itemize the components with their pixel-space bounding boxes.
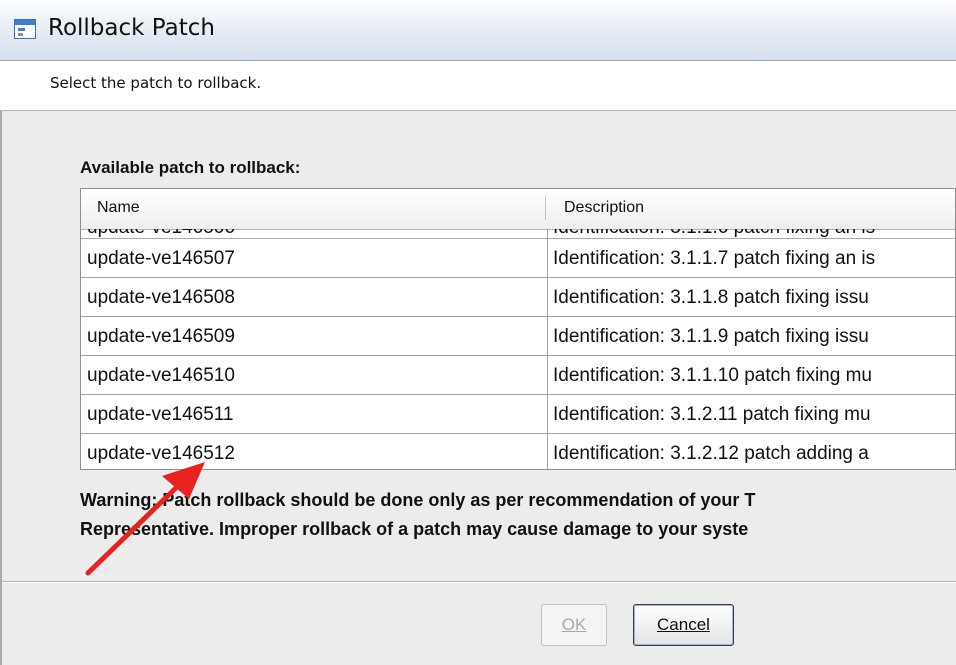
footer-divider-highlight (2, 582, 956, 583)
dialog-header: Select the patch to rollback. (0, 61, 956, 111)
patch-table[interactable]: Name Description update-ve146506 Identif… (80, 188, 956, 470)
table-body: update-ve146506 Identification: 3.1.1.6 … (81, 229, 955, 469)
table-row[interactable]: update-ve146509 Identification: 3.1.1.9 … (81, 317, 955, 356)
cell-name: update-ve146506 (87, 229, 235, 239)
table-row[interactable]: update-ve146510 Identification: 3.1.1.10… (81, 356, 955, 395)
table-row[interactable]: update-ve146508 Identification: 3.1.1.8 … (81, 278, 955, 317)
table-row[interactable]: update-ve146512 Identification: 3.1.2.12… (81, 434, 955, 469)
ok-button[interactable]: OK (541, 604, 607, 646)
window-app-icon (14, 19, 36, 39)
cell-description: Identification: 3.1.1.9 patch fixing iss… (553, 326, 869, 347)
cell-name: update-ve146509 (87, 326, 235, 347)
patch-list-label: Available patch to rollback: (80, 158, 301, 177)
cell-name: update-ve146510 (87, 365, 235, 386)
title-bar[interactable]: Rollback Patch (0, 0, 956, 61)
warning-message: Warning: Patch rollback should be done o… (80, 486, 956, 544)
cancel-button-label: Cancel (657, 615, 710, 634)
table-row[interactable]: update-ve146506 Identification: 3.1.1.6 … (81, 229, 955, 239)
dialog-subtitle: Select the patch to rollback. (50, 74, 262, 92)
cell-name: update-ve146511 (87, 404, 234, 425)
ok-button-label: OK (561, 615, 587, 634)
column-resize-handle[interactable] (545, 196, 546, 220)
cell-description: Identification: 3.1.2.12 patch adding a (553, 443, 869, 464)
cell-description: Identification: 3.1.1.7 patch fixing an … (553, 248, 876, 269)
cell-name: update-ve146508 (87, 287, 235, 308)
table-header: Name Description (81, 189, 955, 230)
table-row[interactable]: update-ve146511 Identification: 3.1.2.11… (81, 395, 955, 434)
window-title: Rollback Patch (48, 15, 215, 41)
warning-line-1: Warning: Patch rollback should be done o… (80, 490, 756, 510)
column-divider (547, 229, 548, 469)
cell-description: Identification: 3.1.2.11 patch fixing mu (553, 404, 871, 425)
cell-description: Identification: 3.1.1.8 patch fixing iss… (553, 287, 869, 308)
cell-description: Identification: 3.1.1.6 patch fixing an … (553, 229, 875, 239)
warning-line-2: Representative. Improper rollback of a p… (80, 519, 749, 539)
column-header-description[interactable]: Description (564, 199, 644, 217)
cell-description: Identification: 3.1.1.10 patch fixing mu (553, 365, 872, 386)
cell-name: update-ve146512 (87, 443, 235, 464)
table-row[interactable]: update-ve146507 Identification: 3.1.1.7 … (81, 239, 955, 278)
cell-name: update-ve146507 (87, 248, 235, 269)
cancel-button[interactable]: Cancel (633, 604, 734, 646)
column-header-name[interactable]: Name (97, 199, 140, 217)
